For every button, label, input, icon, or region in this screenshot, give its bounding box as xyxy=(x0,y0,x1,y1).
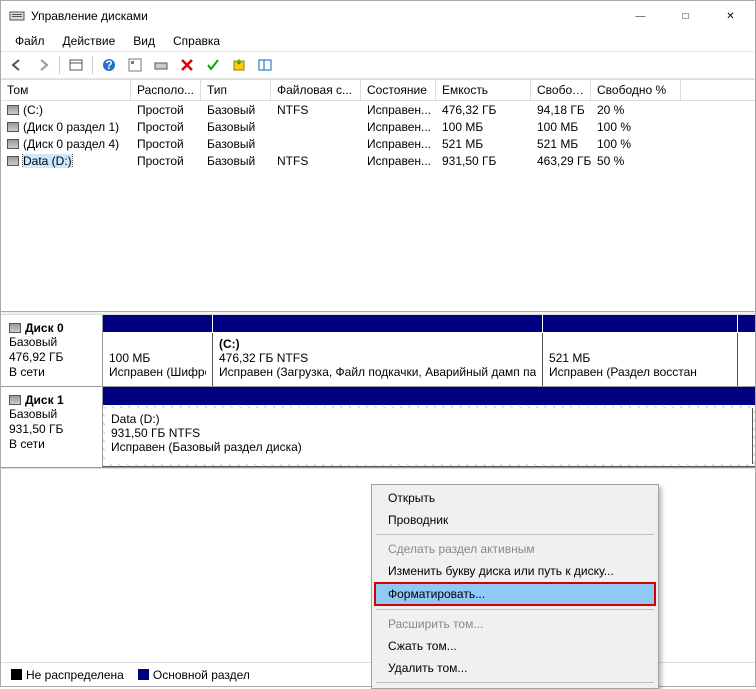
col-capacity[interactable]: Емкость xyxy=(436,80,531,100)
forward-button[interactable] xyxy=(31,54,55,76)
disk-icon xyxy=(9,323,21,333)
svg-text:?: ? xyxy=(105,58,112,72)
drive-icon xyxy=(7,139,19,149)
cm-shrink[interactable]: Сжать том... xyxy=(374,635,656,657)
toolbar-button-5[interactable] xyxy=(123,54,147,76)
volume-row[interactable]: (Диск 0 раздел 4)ПростойБазовыйИсправен.… xyxy=(1,135,755,152)
disk-graphical-view: Диск 0 Базовый 476,92 ГБ В сети 100 МБИс… xyxy=(1,315,755,469)
toolbar-button-10[interactable] xyxy=(253,54,277,76)
col-freepct[interactable]: Свободно % xyxy=(591,80,681,100)
close-button[interactable]: ✕ xyxy=(708,2,753,30)
menu-help[interactable]: Справка xyxy=(165,32,228,50)
menubar: Файл Действие Вид Справка xyxy=(1,31,755,51)
cm-make-active: Сделать раздел активным xyxy=(374,538,656,560)
back-button[interactable] xyxy=(5,54,29,76)
cm-open[interactable]: Открыть xyxy=(374,487,656,509)
window-title: Управление дисками xyxy=(31,9,618,23)
volume-row[interactable]: Data (D:)ПростойБазовыйNTFSИсправен...93… xyxy=(1,152,755,169)
disk-row-0: Диск 0 Базовый 476,92 ГБ В сети 100 МБИс… xyxy=(1,315,755,387)
disk-icon xyxy=(9,395,21,405)
partition-data-d[interactable]: Data (D:) 931,50 ГБ NTFS Исправен (Базов… xyxy=(105,408,753,464)
cm-delete[interactable]: Удалить том... xyxy=(374,657,656,679)
col-state[interactable]: Состояние xyxy=(361,80,436,100)
volumes-list[interactable]: (C:)ПростойБазовыйNTFSИсправен...476,32 … xyxy=(1,101,755,311)
disk-row-1: Диск 1 Базовый 931,50 ГБ В сети Data (D:… xyxy=(1,387,755,468)
cm-explorer[interactable]: Проводник xyxy=(374,509,656,531)
maximize-button[interactable]: □ xyxy=(663,2,708,30)
menu-view[interactable]: Вид xyxy=(125,32,163,50)
col-layout[interactable]: Располо... xyxy=(131,80,201,100)
cm-change-letter[interactable]: Изменить букву диска или путь к диску... xyxy=(374,560,656,582)
col-volume[interactable]: Том xyxy=(1,80,131,100)
delete-button[interactable] xyxy=(175,54,199,76)
cm-extend: Расширить том... xyxy=(374,613,656,635)
partition[interactable]: 521 МБИсправен (Раздел восстан xyxy=(543,333,738,386)
col-type[interactable]: Тип xyxy=(201,80,271,100)
drive-icon xyxy=(7,105,19,115)
volume-row[interactable]: (C:)ПростойБазовыйNTFSИсправен...476,32 … xyxy=(1,101,755,118)
col-fs[interactable]: Файловая с... xyxy=(271,80,361,100)
toolbar-button-9[interactable] xyxy=(227,54,251,76)
toolbar-button-6[interactable] xyxy=(149,54,173,76)
cm-format[interactable]: Форматировать... xyxy=(374,582,656,606)
col-free[interactable]: Свобод... xyxy=(531,80,591,100)
menu-file[interactable]: Файл xyxy=(7,32,53,50)
minimize-button[interactable]: — xyxy=(618,2,663,30)
volume-row[interactable]: (Диск 0 раздел 1)ПростойБазовыйИсправен.… xyxy=(1,118,755,135)
partition[interactable]: (C:)476,32 ГБ NTFSИсправен (Загрузка, Фа… xyxy=(213,333,543,386)
partition[interactable]: 100 МБИсправен (Шифро xyxy=(103,333,213,386)
view-button[interactable] xyxy=(64,54,88,76)
volumes-header: Том Располо... Тип Файловая с... Состоян… xyxy=(1,79,755,101)
disk-label-0[interactable]: Диск 0 Базовый 476,92 ГБ В сети xyxy=(1,315,103,386)
check-button[interactable] xyxy=(201,54,225,76)
drive-icon xyxy=(7,156,19,166)
legend-swatch-unallocated xyxy=(11,669,22,680)
app-icon xyxy=(9,8,25,24)
titlebar: Управление дисками — □ ✕ xyxy=(1,1,755,31)
disk-label-1[interactable]: Диск 1 Базовый 931,50 ГБ В сети xyxy=(1,387,103,467)
toolbar: ? xyxy=(1,51,755,79)
context-menu: Открыть Проводник Сделать раздел активны… xyxy=(371,484,659,689)
drive-icon xyxy=(7,122,19,132)
menu-action[interactable]: Действие xyxy=(55,32,124,50)
help-button[interactable]: ? xyxy=(97,54,121,76)
legend-swatch-primary xyxy=(138,669,149,680)
